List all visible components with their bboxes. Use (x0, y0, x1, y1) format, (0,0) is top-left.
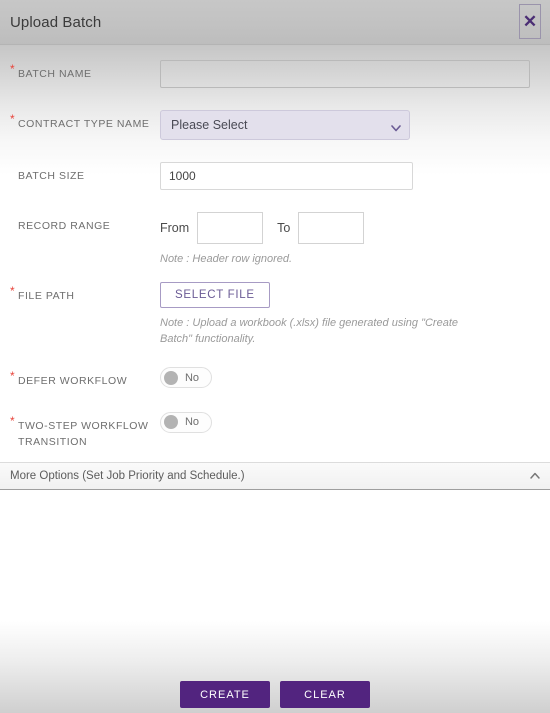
two-step-workflow-label: TWO-STEP WORKFLOW TRANSITION (18, 419, 149, 448)
field-row-two-step-workflow-transition: * TWO-STEP WORKFLOW TRANSITION No (0, 411, 550, 450)
file-path-note: Note : Upload a workbook (.xlsx) file ge… (160, 317, 458, 345)
close-icon: ✕ (522, 12, 538, 31)
two-step-workflow-toggle[interactable]: No (160, 411, 212, 433)
field-row-file-path: * FILE PATH SELECT FILE Note : Upload a … (0, 282, 550, 347)
required-asterisk-icon: * (10, 284, 15, 298)
record-range-from-label: From (160, 221, 190, 235)
record-range-label-col: RECORD RANGE (10, 212, 160, 234)
defer-workflow-label: DEFER WORKFLOW (18, 375, 128, 387)
clear-button[interactable]: CLEAR (280, 681, 370, 708)
close-button[interactable]: ✕ (519, 4, 541, 39)
record-range-to-input[interactable] (298, 212, 365, 244)
chevron-down-icon (390, 122, 401, 132)
more-options-panel (0, 490, 550, 622)
record-range-label: RECORD RANGE (18, 220, 111, 232)
two-step-workflow-control: No (160, 411, 540, 435)
chevron-up-icon (529, 470, 540, 481)
create-button[interactable]: CREATE (180, 681, 270, 708)
required-asterisk-icon: * (10, 369, 15, 383)
two-step-workflow-label-col: * TWO-STEP WORKFLOW TRANSITION (10, 412, 160, 450)
field-row-batch-name: * BATCH NAME (0, 60, 550, 88)
batch-size-label-col: BATCH SIZE (10, 162, 160, 184)
batch-size-control (160, 162, 540, 190)
record-range-inputs: From To (160, 212, 540, 244)
field-row-defer-workflow: * DEFER WORKFLOW No (0, 367, 550, 390)
contract-type-control: Please Select (160, 110, 540, 140)
page-title: Upload Batch (10, 13, 102, 31)
contract-type-label: CONTRACT TYPE NAME (18, 118, 150, 130)
batch-name-input[interactable] (160, 60, 530, 88)
batch-name-label-col: * BATCH NAME (10, 60, 160, 82)
record-range-note: Note : Header row ignored. (160, 253, 293, 265)
field-row-batch-size: BATCH SIZE (0, 162, 550, 190)
upload-batch-form: * BATCH NAME * CONTRACT TYPE NAME Please… (0, 45, 550, 621)
file-path-control: SELECT FILE Note : Upload a workbook (.x… (160, 282, 540, 347)
dialog-body: * BATCH NAME * CONTRACT TYPE NAME Please… (0, 45, 550, 621)
two-step-workflow-toggle-state: No (184, 416, 200, 428)
record-range-to-label: To (277, 221, 291, 235)
file-path-label-col: * FILE PATH (10, 282, 160, 304)
more-options-label: More Options (Set Job Priority and Sched… (10, 469, 245, 482)
contract-type-selected-value: Please Select (171, 118, 248, 132)
defer-workflow-toggle[interactable]: No (160, 367, 212, 388)
record-range-from-input[interactable] (197, 212, 264, 244)
upload-batch-dialog: Upload Batch ✕ * BATCH NAME * CONTRACT T… (0, 0, 550, 713)
field-row-record-range: RECORD RANGE From To Note : Header row i… (0, 212, 550, 267)
record-range-control: From To Note : Header row ignored. (160, 212, 540, 267)
defer-workflow-control: No (160, 367, 540, 390)
batch-name-label: BATCH NAME (18, 68, 92, 80)
batch-size-label: BATCH SIZE (18, 170, 85, 182)
required-asterisk-icon: * (10, 112, 15, 126)
contract-type-select[interactable]: Please Select (160, 110, 410, 140)
dialog-header: Upload Batch ✕ (0, 0, 550, 45)
required-asterisk-icon: * (10, 62, 15, 76)
toggle-knob-icon (164, 415, 178, 429)
defer-workflow-label-col: * DEFER WORKFLOW (10, 367, 160, 389)
dialog-footer: CREATE CLEAR (0, 621, 550, 713)
select-file-button[interactable]: SELECT FILE (160, 282, 270, 308)
required-asterisk-icon: * (10, 413, 15, 428)
batch-name-control (160, 60, 540, 88)
more-options-accordion[interactable]: More Options (Set Job Priority and Sched… (0, 461, 550, 490)
defer-workflow-toggle-state: No (184, 371, 200, 384)
file-path-label: FILE PATH (18, 290, 75, 302)
batch-size-input[interactable] (160, 162, 413, 190)
toggle-knob-icon (164, 370, 178, 385)
contract-type-label-col: * CONTRACT TYPE NAME (10, 110, 160, 132)
field-row-contract-type-name: * CONTRACT TYPE NAME Please Select (0, 110, 550, 140)
